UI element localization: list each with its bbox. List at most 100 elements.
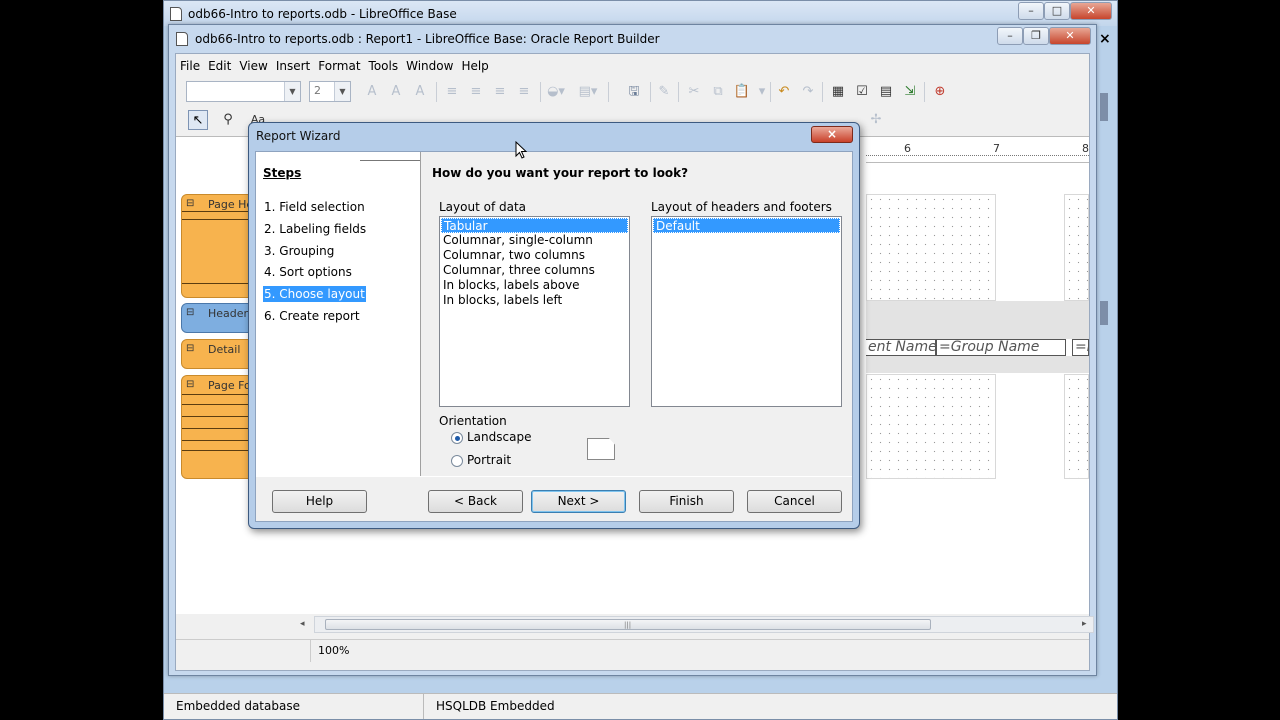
- report-status-bar: 100%: [176, 639, 1089, 662]
- layout-headers-footers-listbox[interactable]: Default: [651, 216, 842, 407]
- minimize-button[interactable]: –: [1018, 2, 1044, 20]
- header-section-tab[interactable]: ⊟ Header: [181, 303, 256, 333]
- align-center-icon[interactable]: ≡: [466, 82, 486, 102]
- menu-insert[interactable]: Insert: [272, 54, 314, 73]
- cut-icon[interactable]: ✂: [684, 82, 704, 102]
- field-cell[interactable]: ent Name: [866, 339, 936, 356]
- field-cell[interactable]: =H: [1072, 339, 1089, 356]
- close-icon[interactable]: ×: [1099, 31, 1111, 47]
- wizard-body: Steps 1. Field selection 2. Labeling fie…: [255, 151, 853, 522]
- page-header-section-tab[interactable]: ⊟ Page Header: [181, 194, 278, 298]
- restore-button[interactable]: ❐: [1023, 27, 1049, 45]
- cancel-button[interactable]: Cancel: [747, 490, 842, 513]
- conditional-format-icon[interactable]: ◒▾: [546, 82, 566, 102]
- landscape-radio[interactable]: [451, 432, 463, 444]
- layout-option-columnar-single[interactable]: Columnar, single-column: [441, 233, 593, 248]
- zoom-level[interactable]: 100%: [318, 644, 349, 657]
- undo-icon[interactable]: ↶: [774, 82, 794, 102]
- redo-icon[interactable]: ↷: [798, 82, 818, 102]
- horizontal-ruler: 6 7 8: [866, 137, 1089, 163]
- page-header-canvas[interactable]: [866, 194, 996, 301]
- wizard-button-row: Help < Back Next > Finish Cancel: [256, 476, 852, 521]
- menu-window[interactable]: Window: [402, 54, 457, 73]
- base-title-bar[interactable]: odb66-Intro to reports.odb - LibreOffice…: [164, 1, 1117, 26]
- scroll-right-icon[interactable]: ▸: [1082, 619, 1087, 629]
- horizontal-scroll-thumb[interactable]: |||: [325, 619, 931, 630]
- step-choose-layout[interactable]: 5. Choose layout: [263, 286, 366, 302]
- scrollbar-thumb[interactable]: [1100, 301, 1108, 325]
- menu-format[interactable]: Format: [314, 54, 364, 73]
- layout-data-listbox[interactable]: Tabular Columnar, single-column Columnar…: [439, 216, 630, 407]
- properties-icon[interactable]: ☑: [852, 82, 872, 102]
- help-icon[interactable]: ⊕: [930, 82, 950, 102]
- alignment-icon[interactable]: ▤▾: [578, 82, 598, 102]
- headers-footers-option-default[interactable]: Default: [653, 218, 840, 233]
- portrait-radio[interactable]: [451, 455, 463, 467]
- report-builder-title-bar[interactable]: odb66-Intro to reports.odb : Report1 - L…: [169, 25, 1096, 53]
- detail-section-tab[interactable]: ⊟ Detail: [181, 339, 256, 369]
- layout-option-blocks-above[interactable]: In blocks, labels above: [441, 278, 580, 293]
- maximize-button[interactable]: □: [1044, 2, 1070, 20]
- minimize-button[interactable]: –: [997, 27, 1023, 45]
- paste-icon[interactable]: 📋: [732, 82, 752, 102]
- page-footer-section-tab[interactable]: ⊟ Page Footer: [181, 375, 273, 479]
- edit-icon[interactable]: ✎: [654, 82, 674, 102]
- layout-option-columnar-two[interactable]: Columnar, two columns: [441, 248, 585, 263]
- layout-option-tabular[interactable]: Tabular: [441, 218, 628, 233]
- document-icon: [176, 32, 188, 46]
- italic-icon[interactable]: A: [386, 82, 406, 102]
- detail-canvas[interactable]: ent Name =Group Name =H: [866, 339, 1089, 356]
- report-builder-title: odb66-Intro to reports.odb : Report1 - L…: [195, 32, 660, 46]
- report-navigator-icon[interactable]: ▦: [828, 82, 848, 102]
- underline-icon[interactable]: A: [410, 82, 430, 102]
- document-icon: [170, 7, 182, 21]
- select-icon[interactable]: ⚲: [218, 110, 238, 130]
- menu-tools[interactable]: Tools: [365, 54, 403, 73]
- menu-file[interactable]: File: [176, 54, 204, 73]
- close-button[interactable]: ✕: [1049, 27, 1091, 45]
- status-engine: HSQLDB Embedded: [436, 699, 555, 713]
- report-wizard-dialog: Report Wizard × Steps 1. Field selection…: [248, 122, 860, 529]
- horizontal-scrollbar[interactable]: |||: [314, 616, 1094, 633]
- shape-icon[interactable]: ✢: [866, 110, 886, 130]
- next-button[interactable]: Next >: [531, 490, 626, 513]
- step-grouping[interactable]: 3. Grouping: [263, 243, 335, 259]
- portrait-label[interactable]: Portrait: [467, 453, 511, 467]
- page-footer-canvas[interactable]: [866, 374, 996, 479]
- menu-bar: File Edit View Insert Format Tools Window Help: [176, 54, 1089, 78]
- bold-icon[interactable]: A: [362, 82, 382, 102]
- wizard-question: How do you want your report to look?: [432, 166, 689, 180]
- save-icon[interactable]: 🖫: [624, 82, 644, 102]
- font-size-combo[interactable]: 2 ▼: [309, 81, 351, 102]
- finish-button[interactable]: Finish: [639, 490, 734, 513]
- font-name-combo[interactable]: ▼: [186, 81, 301, 102]
- close-button[interactable]: ✕: [1070, 2, 1112, 20]
- menu-view[interactable]: View: [235, 54, 271, 73]
- align-left-icon[interactable]: ≡: [442, 82, 462, 102]
- paste-dropdown-icon[interactable]: ▾: [752, 82, 772, 102]
- menu-edit[interactable]: Edit: [204, 54, 235, 73]
- layout-option-blocks-left[interactable]: In blocks, labels left: [441, 293, 562, 308]
- field-cell[interactable]: =Group Name: [936, 339, 1066, 356]
- step-create-report[interactable]: 6. Create report: [263, 308, 361, 324]
- menu-help[interactable]: Help: [457, 54, 492, 73]
- orientation-label: Orientation: [439, 414, 507, 428]
- formatting-toolbar: ▼ 2 ▼ A A A ≡ ≡ ≡ ≡ ◒▾ ▤▾ 🖫 ✎ ✂ ⧉ 📋 ▾ ↶ ↷: [176, 78, 1089, 106]
- scroll-left-icon[interactable]: ◂: [300, 619, 305, 629]
- select-arrow-icon[interactable]: ↖: [188, 110, 208, 130]
- add-field-icon[interactable]: ⇲: [900, 82, 920, 102]
- step-labeling-fields[interactable]: 2. Labeling fields: [263, 221, 367, 237]
- scrollbar-thumb[interactable]: [1100, 93, 1108, 121]
- layout-option-columnar-three[interactable]: Columnar, three columns: [441, 263, 595, 278]
- step-sort-options[interactable]: 4. Sort options: [263, 264, 353, 280]
- help-button[interactable]: Help: [272, 490, 367, 513]
- copy-icon[interactable]: ⧉: [708, 82, 728, 102]
- page-header-icon[interactable]: ▤: [876, 82, 896, 102]
- step-field-selection[interactable]: 1. Field selection: [263, 199, 366, 215]
- mouse-cursor-icon: [515, 141, 527, 159]
- justify-icon[interactable]: ≡: [514, 82, 534, 102]
- landscape-label[interactable]: Landscape: [467, 430, 531, 444]
- align-right-icon[interactable]: ≡: [490, 82, 510, 102]
- wizard-close-button[interactable]: ×: [811, 126, 853, 143]
- back-button[interactable]: < Back: [428, 490, 523, 513]
